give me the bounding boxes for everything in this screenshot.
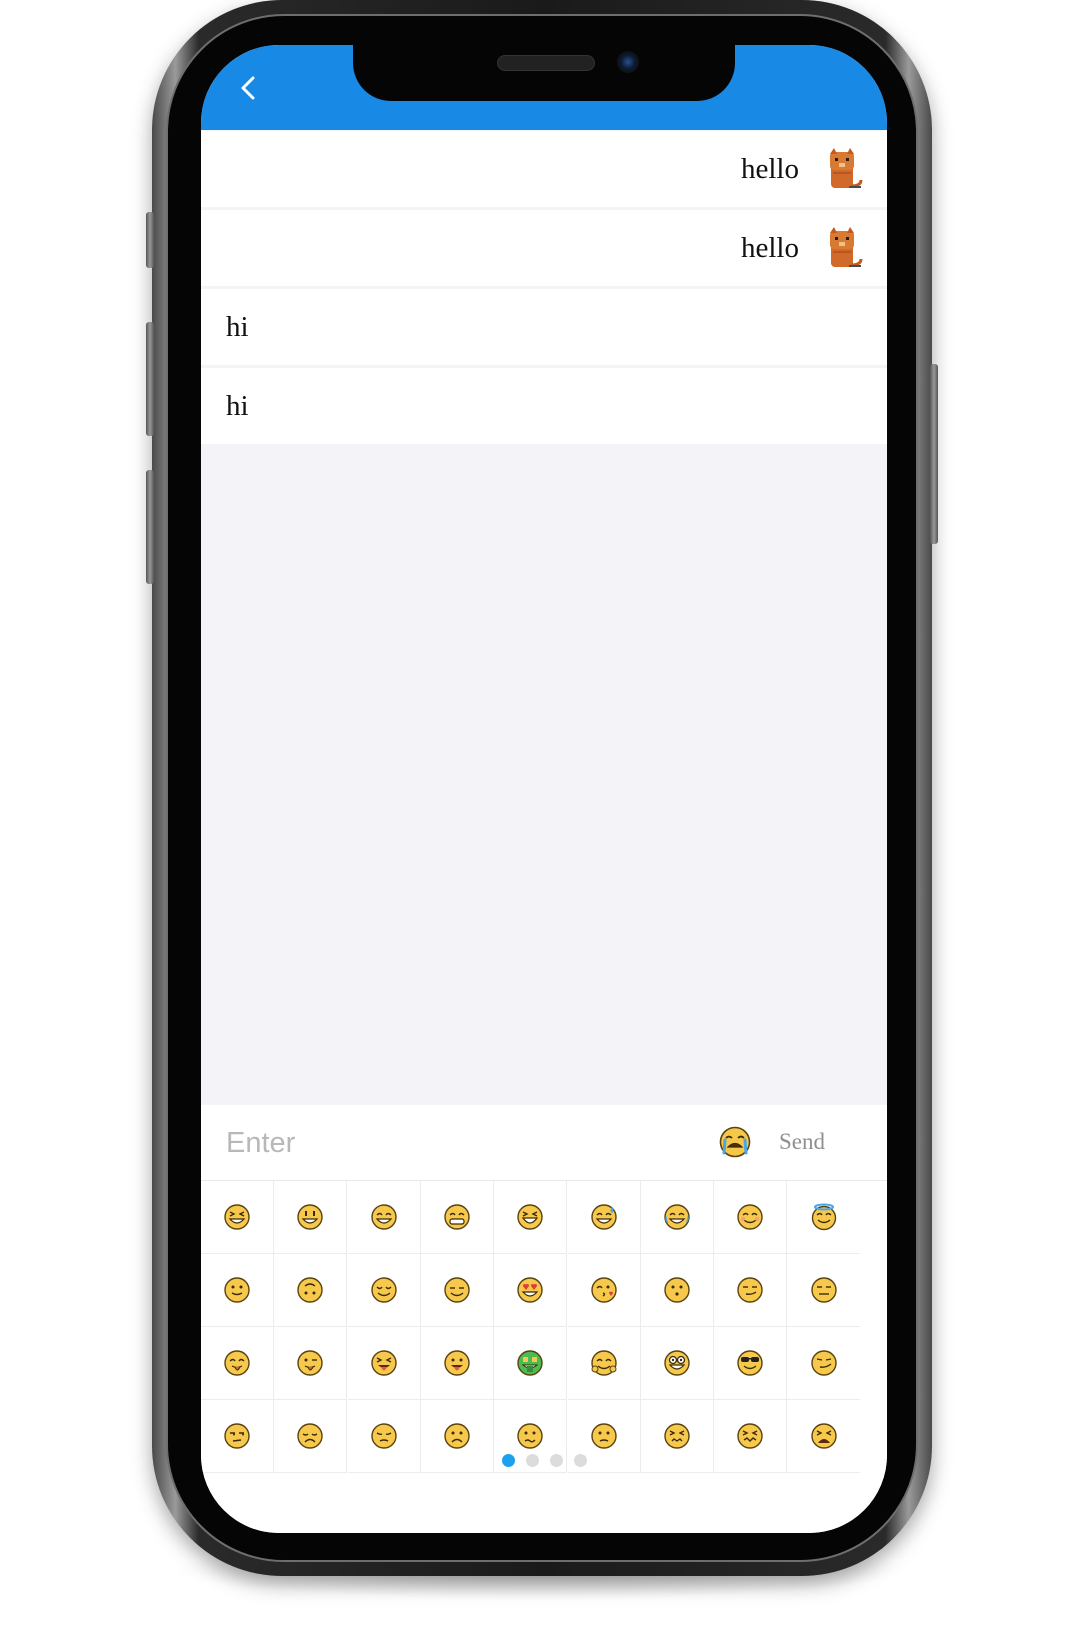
emoji-tongue-wink-button[interactable] (274, 1327, 348, 1400)
emoji-toggle-button[interactable] (718, 1125, 752, 1159)
send-button[interactable]: Send (779, 1125, 859, 1159)
savoring-food-icon (223, 1349, 251, 1377)
upside-down-icon (296, 1276, 324, 1304)
emoji-kissing-face-button[interactable] (567, 1254, 641, 1327)
emoji-sunglasses-button[interactable] (714, 1327, 788, 1400)
message-row: hi (201, 289, 887, 365)
emoji-grinning-smile-button[interactable] (347, 1181, 421, 1254)
message-text: hello (741, 152, 799, 185)
persevering-icon (663, 1422, 691, 1450)
emoji-beaming-button[interactable] (420, 1181, 494, 1254)
volume-down-button (146, 470, 154, 584)
emoji-relieved-button[interactable] (347, 1254, 421, 1327)
emoji-unamused-button[interactable] (787, 1254, 861, 1327)
nerd-icon (663, 1349, 691, 1377)
emoji-grinning-squint-button[interactable] (201, 1181, 274, 1254)
emoji-upside-down-button[interactable] (274, 1254, 348, 1327)
message-row: hello (201, 131, 887, 207)
message-text: hello (741, 231, 799, 264)
grinning-squint-2-icon (516, 1203, 544, 1231)
tongue-out-icon (443, 1349, 471, 1377)
pager-dot-3[interactable] (549, 1454, 563, 1467)
emoji-money-mouth-button[interactable] (494, 1327, 568, 1400)
emoji-sweat-smile-button[interactable] (567, 1181, 641, 1254)
emoji-smirk-face-button[interactable] (714, 1254, 788, 1327)
emoji-savoring-food-button[interactable] (201, 1327, 274, 1400)
heart-eyes-icon (516, 1276, 544, 1304)
unamused-icon (810, 1276, 838, 1304)
emoji-tongue-squint-button[interactable] (347, 1327, 421, 1400)
sweat-smile-icon (590, 1203, 618, 1231)
smirk-face-icon (736, 1276, 764, 1304)
pensive-icon (370, 1422, 398, 1450)
disappointed-icon (296, 1422, 324, 1450)
message-list: hello hello hi hi (201, 131, 887, 447)
emoji-tears-of-joy-button[interactable] (640, 1181, 714, 1254)
relieved-icon (370, 1276, 398, 1304)
grinning-smile-icon (370, 1203, 398, 1231)
expressionless-sleepy-icon (443, 1276, 471, 1304)
crying-face-icon (719, 1126, 751, 1158)
unamused-side-icon (223, 1422, 251, 1450)
emoji-grinning-squint-2-button[interactable] (494, 1181, 568, 1254)
emoji-pager (201, 1454, 887, 1470)
hugging-icon (590, 1349, 618, 1377)
neutral-face-icon (663, 1276, 691, 1304)
avatar (827, 227, 863, 269)
smiling-icon (736, 1203, 764, 1231)
grinning-squint-icon (223, 1203, 251, 1231)
emoji-heart-eyes-button[interactable] (494, 1254, 568, 1327)
message-input[interactable] (226, 1119, 696, 1167)
pager-dot-2[interactable] (525, 1454, 539, 1467)
emoji-halo-button[interactable] (787, 1181, 861, 1254)
tears-of-joy-icon (663, 1203, 691, 1231)
worried-icon (443, 1422, 471, 1450)
speaker-grille (497, 55, 595, 71)
sunglasses-icon (736, 1349, 764, 1377)
phone-notch (353, 45, 735, 101)
message-text: hi (226, 310, 249, 343)
money-mouth-icon (516, 1349, 544, 1377)
grinning-icon (296, 1203, 324, 1231)
emoji-expressionless-sleepy-button[interactable] (420, 1254, 494, 1327)
phone-screen: hello hello hi hi Send (201, 45, 887, 1533)
avatar (827, 148, 863, 190)
tongue-wink-icon (296, 1349, 324, 1377)
slight-smile-icon (223, 1276, 251, 1304)
power-button (930, 364, 938, 544)
message-text: hi (226, 389, 249, 422)
tongue-squint-icon (370, 1349, 398, 1377)
beaming-icon (443, 1203, 471, 1231)
volume-up-button (146, 322, 154, 436)
confounded-icon (736, 1422, 764, 1450)
front-camera (617, 51, 639, 73)
slight-frown-icon (590, 1422, 618, 1450)
confused-icon (516, 1422, 544, 1450)
emoji-neutral-face-button[interactable] (640, 1254, 714, 1327)
emoji-slight-smile-button[interactable] (201, 1254, 274, 1327)
input-bar: Send (201, 1105, 887, 1181)
pager-dot-1[interactable] (501, 1454, 515, 1467)
emoji-smiling-button[interactable] (714, 1181, 788, 1254)
kissing-face-icon (590, 1276, 618, 1304)
emoji-panel (201, 1181, 887, 1533)
halo-icon (810, 1203, 838, 1231)
message-row: hi (201, 368, 887, 444)
weary-icon (810, 1422, 838, 1450)
emoji-nerd-button[interactable] (640, 1327, 714, 1400)
emoji-tongue-out-button[interactable] (420, 1327, 494, 1400)
emoji-grinning-button[interactable] (274, 1181, 348, 1254)
message-row: hello (201, 210, 887, 286)
emoji-hugging-button[interactable] (567, 1327, 641, 1400)
pager-dot-4[interactable] (573, 1454, 587, 1467)
mute-switch (146, 212, 154, 268)
emoji-smirking-button[interactable] (787, 1327, 861, 1400)
smirking-icon (810, 1349, 838, 1377)
